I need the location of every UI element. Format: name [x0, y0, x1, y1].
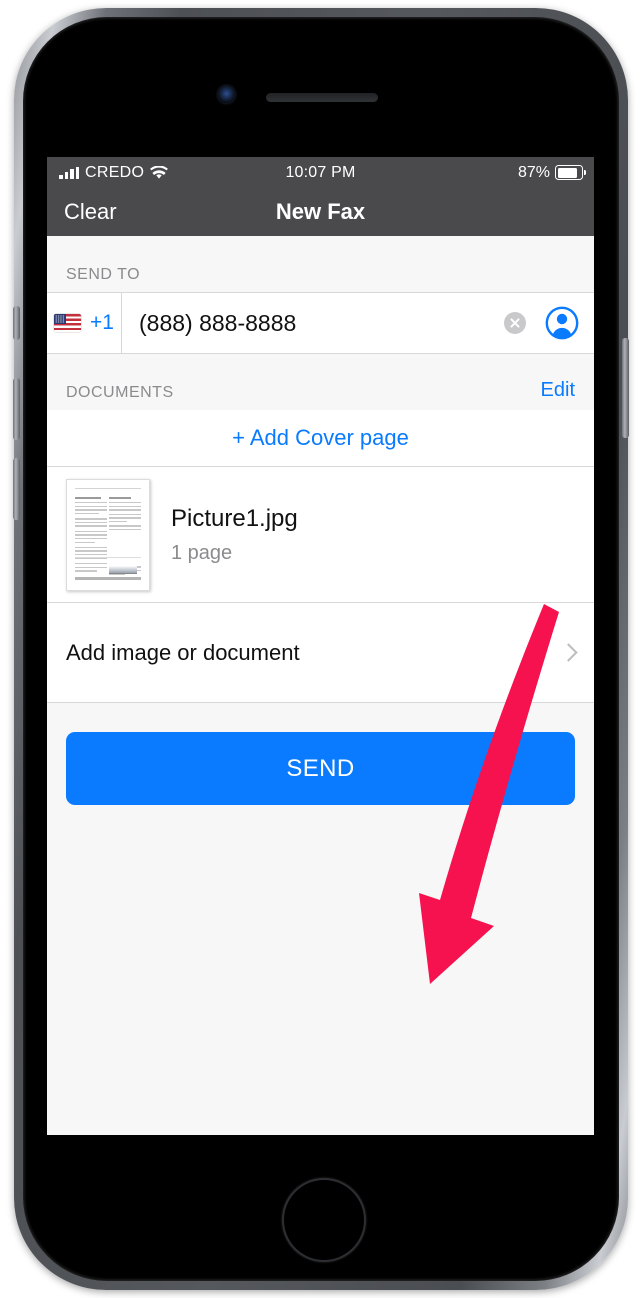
us-flag-icon — [54, 314, 82, 332]
send-button[interactable]: SEND — [66, 732, 575, 805]
country-code-label: +1 — [90, 311, 114, 334]
add-cover-page-button[interactable]: + Add Cover page — [47, 410, 594, 467]
front-camera-icon — [218, 86, 235, 103]
send-to-section-header: SEND TO — [47, 236, 594, 292]
contacts-person-icon[interactable] — [545, 306, 579, 340]
document-list-item[interactable]: Picture1.jpg 1 page — [47, 467, 594, 603]
clear-circle-icon[interactable] — [504, 312, 526, 334]
main-content: SEND TO +1 (888) 888-8888 DOCUMENTS Edit… — [47, 236, 594, 1135]
chevron-right-icon — [559, 643, 578, 662]
battery-percent-label: 87% — [517, 163, 550, 181]
send-to-cell: +1 (888) 888-8888 — [47, 292, 594, 354]
documents-section-header: DOCUMENTS Edit — [47, 354, 594, 410]
silent-switch[interactable] — [13, 306, 20, 340]
fax-number-input[interactable]: (888) 888-8888 — [122, 310, 504, 337]
status-bar: CREDO 10:07 PM 87% — [47, 157, 594, 188]
status-bar-right: 87% — [517, 157, 586, 188]
volume-up-button[interactable] — [13, 378, 20, 440]
country-code-selector[interactable]: +1 — [47, 293, 122, 353]
documents-header-label: DOCUMENTS — [66, 384, 174, 401]
document-name: Picture1.jpg — [171, 504, 298, 532]
phone-screen: CREDO 10:07 PM 87% Clear New Fax SEND TO — [47, 157, 594, 1135]
navigation-bar: Clear New Fax — [47, 188, 594, 236]
status-bar-time: 10:07 PM — [285, 163, 356, 181]
document-page-thumbnail-icon — [66, 478, 150, 591]
page-title: New Fax — [275, 199, 366, 224]
send-to-header-label: SEND TO — [66, 266, 141, 283]
add-image-or-document-label: Add image or document — [66, 639, 300, 665]
phone-device-frame: CREDO 10:07 PM 87% Clear New Fax SEND TO — [13, 8, 629, 1290]
send-to-row: +1 (888) 888-8888 — [47, 293, 594, 353]
document-metadata: Picture1.jpg 1 page — [171, 505, 298, 565]
earpiece-speaker-icon — [266, 93, 378, 102]
power-button[interactable] — [622, 338, 629, 438]
volume-down-button[interactable] — [13, 458, 20, 520]
edit-button[interactable]: Edit — [541, 379, 575, 402]
send-button-container: SEND — [47, 703, 594, 805]
add-image-or-document-row[interactable]: Add image or document — [47, 603, 594, 703]
battery-icon — [555, 165, 586, 180]
home-button[interactable] — [282, 1178, 366, 1262]
document-page-count: 1 page — [171, 541, 233, 564]
